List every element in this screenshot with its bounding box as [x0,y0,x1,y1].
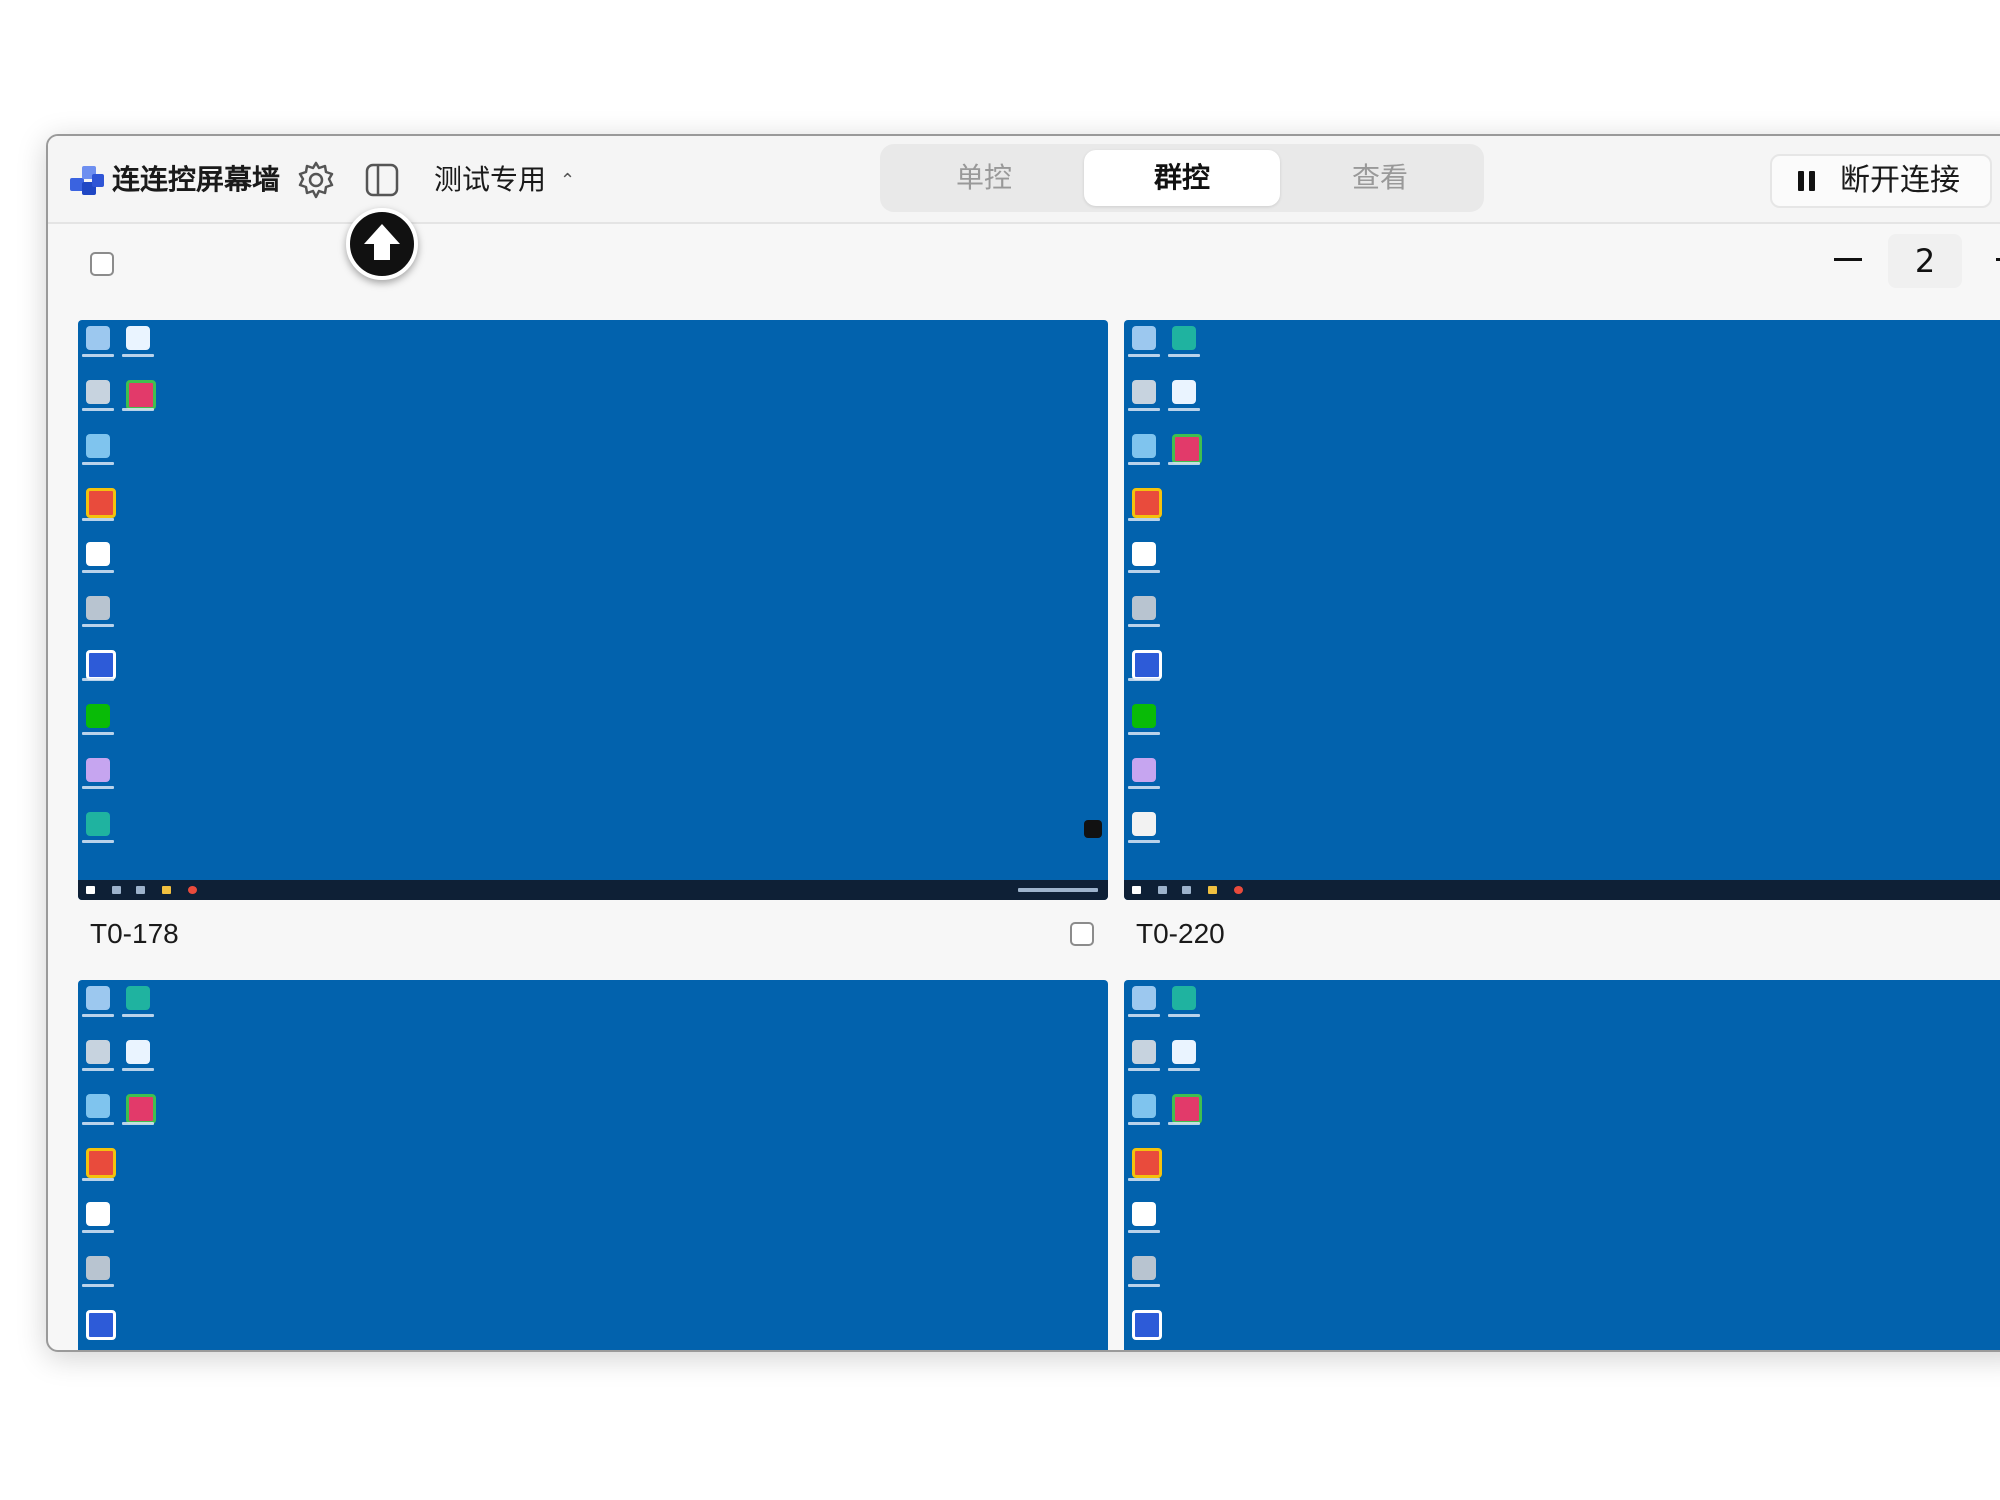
user-folder-icon [1132,596,1156,620]
control-panel-icon [1132,434,1156,458]
column-count-value[interactable]: 2 [1888,234,1962,288]
column-increase-button[interactable] [1996,258,2000,261]
workspace-name: 测试专用 [434,163,547,196]
windows-taskbar [78,880,1108,900]
lianlian-app-icon [1132,1310,1162,1340]
lianlian-app-icon [1132,650,1162,680]
tab-view[interactable]: 查看 [1282,150,1478,206]
control-panel-icon [1132,1094,1156,1118]
desktop-computer-icon [86,326,110,350]
settings-gear-icon[interactable] [296,160,336,200]
toolbox-icon [1172,434,1202,464]
edge-icon [1172,326,1196,350]
control-panel-icon [86,434,110,458]
title-bar: 连连控屏幕墙 测试专用 ⌃ 单控 群控 查看 断开连接 [48,136,2000,224]
app-title: 连连控屏幕墙 [112,163,281,196]
pause-icon [1798,171,1816,191]
sidebar-toggle-icon[interactable] [362,160,402,200]
qq-icon [1132,542,1156,566]
recycle-bin-icon [1132,380,1156,404]
wechat-icon [86,704,110,728]
edge-icon [1172,986,1196,1010]
windows-taskbar [1124,880,2000,900]
chrome-icon [1132,1148,1162,1178]
screen-wall-window: 连连控屏幕墙 测试专用 ⌃ 单控 群控 查看 断开连接 2 T0-178 T0-… [46,134,2000,1352]
qq-icon [1132,1202,1156,1226]
document-icon [1132,812,1156,836]
user-folder-icon [86,1256,110,1280]
cloud-drive-icon [126,1040,150,1064]
tray-app-icon [1084,820,1102,838]
cloud-drive-icon [126,326,150,350]
upload-arrow-icon[interactable] [346,208,418,280]
lianlian-app-icon [86,650,116,680]
tools-icon [86,758,110,782]
toolbox-icon [126,1094,156,1124]
toolbox-icon [126,380,156,410]
desktop-computer-icon [1132,326,1156,350]
disconnect-button[interactable]: 断开连接 [1770,154,1992,208]
user-folder-icon [1132,1256,1156,1280]
device-name: T0-178 [90,918,179,949]
qq-icon [86,542,110,566]
cloud-drive-icon [1172,1040,1196,1064]
select-all-checkbox[interactable] [90,252,114,276]
edge-icon [126,986,150,1010]
cloud-drive-icon [1172,380,1196,404]
wechat-icon [1132,704,1156,728]
tab-group-control[interactable]: 群控 [1084,150,1280,206]
mode-tabs: 单控 群控 查看 [880,144,1484,212]
app-logo-icon [70,166,104,198]
tools-icon [1132,758,1156,782]
device-screen-preview[interactable] [78,320,1108,900]
chrome-icon [1132,488,1162,518]
chrome-icon [86,488,116,518]
user-folder-icon [86,596,110,620]
recycle-bin-icon [1132,1040,1156,1064]
toolbox-icon [1172,1094,1202,1124]
recycle-bin-icon [86,380,110,404]
recycle-bin-icon [86,1040,110,1064]
device-screen-preview[interactable] [1124,320,2000,900]
chrome-icon [86,1148,116,1178]
workspace-selector[interactable]: 测试专用 ⌃ [434,158,575,203]
column-decrease-button[interactable] [1834,258,1862,261]
device-name: T0-220 [1136,918,1225,949]
device-screen-preview[interactable] [78,980,1108,1350]
device-select-checkbox[interactable] [1070,922,1094,946]
lianlian-app-icon [86,1310,116,1340]
tab-single-control[interactable]: 单控 [886,150,1082,206]
desktop-computer-icon [86,986,110,1010]
disconnect-label: 断开连接 [1840,163,1960,198]
control-panel-icon [86,1094,110,1118]
qq-icon [86,1202,110,1226]
desktop-computer-icon [1132,986,1156,1010]
chevron-updown-icon: ⌃ [560,170,576,191]
device-screen-preview[interactable] [1124,980,2000,1350]
edge-icon [86,812,110,836]
